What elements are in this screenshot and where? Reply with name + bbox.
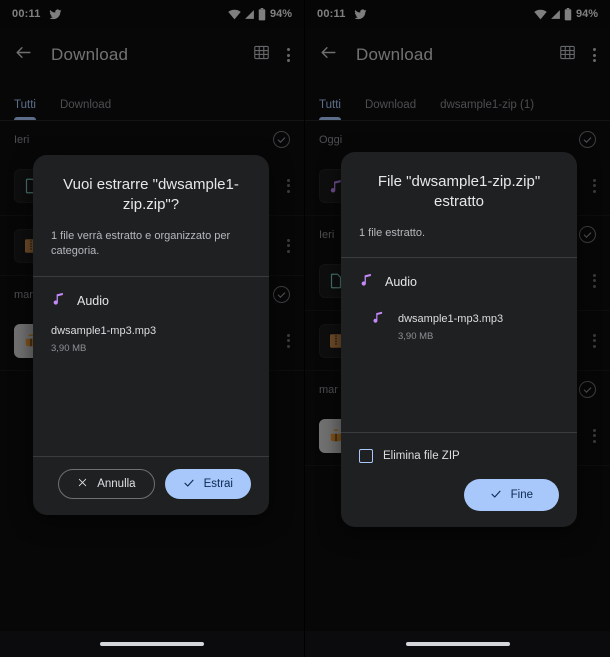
file-name: dwsample1-mp3.mp3 xyxy=(398,313,504,326)
extract-button[interactable]: Estrai xyxy=(164,469,251,499)
checkmark-icon xyxy=(490,488,502,503)
delete-zip-checkbox-row[interactable]: Elimina file ZIP xyxy=(341,433,577,467)
file-entry[interactable]: dwsample1-mp3.mp3 3,90 MB xyxy=(341,298,577,342)
done-button-label: Fine xyxy=(510,489,533,501)
left-phone-screen: 00:11 94% Download Tutti Download Ieri m… xyxy=(0,0,305,657)
cancel-button-label: Annulla xyxy=(97,478,136,490)
dialog-subtitle: 1 file estratto. xyxy=(359,226,426,239)
extract-complete-dialog: File "dwsample1-zip.zip" estratto 1 file… xyxy=(341,152,577,527)
category-row-audio: Audio xyxy=(341,258,577,298)
music-note-icon xyxy=(51,291,66,311)
cancel-button[interactable]: Annulla xyxy=(58,469,155,499)
home-indicator[interactable] xyxy=(405,642,510,646)
file-size: 3,90 MB xyxy=(398,330,434,342)
dialog-content-left: Audio dwsample1-mp3.mp3 3,90 MB xyxy=(33,277,269,456)
category-row-audio: Audio xyxy=(33,277,269,317)
right-phone-screen: 00:11 94% Download Tutti Download dwsamp… xyxy=(305,0,610,657)
category-name: Audio xyxy=(77,294,109,309)
extract-button-label: Estrai xyxy=(203,478,233,490)
category-name: Audio xyxy=(385,275,417,290)
delete-zip-label: Elimina file ZIP xyxy=(383,450,460,462)
dialog-content-right: Audio dwsample1-mp3.mp3 3,90 MB xyxy=(341,258,577,432)
dialog-actions-left: Annulla Estrai xyxy=(33,457,269,515)
extract-confirm-dialog: Vuoi estrarre "dwsample1-zip.zip"? 1 fil… xyxy=(33,155,269,515)
dialog-subtitle: 1 file verrà estratto e organizzato per … xyxy=(51,229,231,258)
checkmark-icon xyxy=(183,477,195,492)
dialog-title: Vuoi estrarre "dwsample1-zip.zip"? xyxy=(63,176,239,214)
close-x-icon xyxy=(77,477,88,491)
home-indicator[interactable] xyxy=(100,642,204,646)
dialog-actions-right: Fine xyxy=(341,467,577,527)
nav-bar-left xyxy=(0,631,304,657)
file-entry: dwsample1-mp3.mp3 3,90 MB xyxy=(33,317,269,354)
done-button[interactable]: Fine xyxy=(463,479,559,511)
file-name: dwsample1-mp3.mp3 xyxy=(51,325,157,338)
dialog-title: File "dwsample1-zip.zip" estratto xyxy=(377,173,541,211)
music-note-icon xyxy=(359,272,374,292)
file-size: 3,90 MB xyxy=(51,342,87,354)
delete-zip-checkbox[interactable] xyxy=(359,449,373,463)
nav-bar-right xyxy=(305,631,610,657)
dual-screenshot-stage: 00:11 94% Download Tutti Download Ieri m… xyxy=(0,0,610,657)
file-meta: dwsample1-mp3.mp3 3,90 MB xyxy=(398,310,503,342)
music-note-icon xyxy=(371,310,385,329)
